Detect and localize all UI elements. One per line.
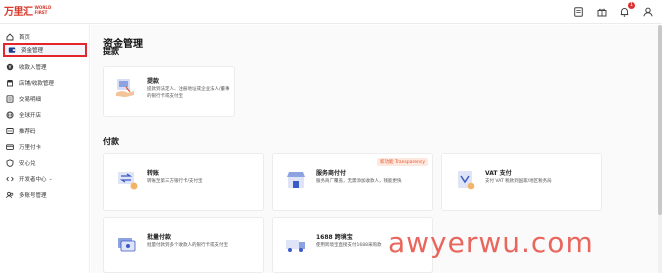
svg-text:¥: ¥ [8, 65, 11, 71]
sidebar-item-transactions[interactable]: 交易明细 [3, 92, 87, 106]
card-icon [6, 144, 14, 150]
card-title: 批量付款 [147, 234, 172, 241]
tag-icon [6, 128, 14, 134]
store-icon [7, 80, 13, 87]
watermark-text: awyerwu.com [388, 226, 594, 259]
card-title: VAT 支付 [485, 170, 512, 177]
logo-subtext: WORLD FIRST [34, 5, 52, 15]
card-title: 转账 [147, 170, 160, 177]
sidebar-item-label: 全球开店 [19, 113, 42, 119]
sidebar-item-label: 多账号管理 [19, 193, 47, 199]
sidebar: 首页 资金管理 ¥ 收款入管理 店铺/收款管理 交易明细 全球开店 推荐码 万里… [0, 25, 90, 273]
card-title: 提款 [147, 78, 160, 85]
sidebar-item-label: 交易明细 [19, 97, 42, 103]
card-description: 提款到法定人、注册地址或企业法人/董事的银行卡或支付宝 [147, 87, 230, 99]
sidebar-item-referral[interactable]: 推荐码 [3, 124, 87, 138]
card-description: 批量付款到多个收款人的银行卡或支付宝 [147, 243, 228, 248]
card-description: 支付 VAT 税款到国家/地区税务局 [485, 179, 552, 184]
new-feature-badge: 新功能 Transparency [377, 158, 428, 166]
card-description: 转账至第三方银行卡/支付宝 [147, 179, 203, 184]
batch-payment-illustration-icon [118, 238, 136, 252]
sidebar-item-label: 首页 [19, 35, 31, 41]
sidebar-item-label: 万里付卡 [19, 145, 42, 151]
card-title: 1688 跨境宝 [316, 234, 353, 241]
sidebar-item-fund-management[interactable]: 资金管理 [3, 43, 87, 57]
sidebar-item-multi-account[interactable]: 多账号管理 [3, 188, 87, 202]
top-bar: 万里汇 WORLD FIRST 1 [0, 0, 662, 24]
receive-icon: ¥ [6, 63, 14, 71]
globe-icon [6, 111, 14, 119]
withdraw-section-title: 提款 [103, 47, 119, 56]
shield-icon [6, 159, 14, 167]
sidebar-item-label: 开发者中心 [19, 177, 47, 183]
sidebar-item-label: 推荐码 [19, 129, 36, 135]
scrollbar-thumb[interactable] [658, 25, 662, 215]
logo-text: 万里汇 [4, 7, 33, 18]
sidebar-item-card[interactable]: 万里付卡 [3, 140, 87, 154]
brand-logo[interactable]: 万里汇 WORLD FIRST [4, 3, 51, 18]
home-icon [6, 33, 14, 41]
vat-payment-card[interactable]: VAT 支付 支付 VAT 税款到国家/地区税务局 [441, 153, 602, 211]
sidebar-item-label: 安心兑 [19, 161, 36, 167]
wallet-icon [8, 47, 16, 53]
sidebar-item-fx[interactable]: 安心兑 [3, 156, 87, 170]
cross-border-illustration-icon [286, 240, 305, 252]
sidebar-item-store[interactable]: 店铺/收款管理 [3, 76, 87, 90]
users-icon [6, 191, 14, 199]
gift-icon[interactable] [595, 5, 608, 18]
code-icon [6, 176, 14, 182]
withdraw-card[interactable]: 提款 提款到法定人、注册地址或企业法人/董事的银行卡或支付宝 [103, 66, 235, 117]
user-icon[interactable] [641, 5, 654, 18]
sidebar-item-receivables[interactable]: ¥ 收款入管理 [3, 60, 87, 74]
batch-payment-card[interactable]: 批量付款 批量付款到多个收款人的银行卡或支付宝 [103, 217, 264, 273]
card-title: 服务商付付 [316, 170, 347, 177]
sidebar-item-label: 店铺/收款管理 [19, 81, 54, 87]
withdraw-illustration-icon [116, 79, 134, 97]
top-actions: 1 [572, 2, 654, 18]
sidebar-item-label: 资金管理 [21, 48, 44, 54]
card-description: 服务商广覆盖，无需添加收款人，钱能更快 [316, 179, 402, 184]
list-icon [6, 95, 14, 103]
transfer-illustration-icon [118, 172, 138, 190]
bell-icon[interactable]: 1 [618, 2, 635, 18]
notification-badge: 1 [628, 2, 635, 9]
sidebar-item-global-store[interactable]: 全球开店 [3, 108, 87, 122]
sidebar-item-home[interactable]: 首页 [3, 30, 87, 44]
vat-illustration-icon [458, 171, 475, 190]
sidebar-item-label: 收款入管理 [19, 65, 47, 71]
transfer-card[interactable]: 转账 转账至第三方银行卡/支付宝 [103, 153, 264, 211]
expand-icon[interactable]: ⌄ [49, 176, 53, 182]
service-payment-card[interactable]: 新功能 Transparency 服务商付付 服务商广覆盖，无需添加收款人，钱能… [272, 153, 433, 211]
document-icon[interactable] [572, 5, 585, 18]
service-payment-illustration-icon [287, 172, 305, 188]
payment-section-title: 付款 [103, 137, 119, 146]
sidebar-item-developer[interactable]: 开发者中心 ⌄ [3, 172, 87, 186]
